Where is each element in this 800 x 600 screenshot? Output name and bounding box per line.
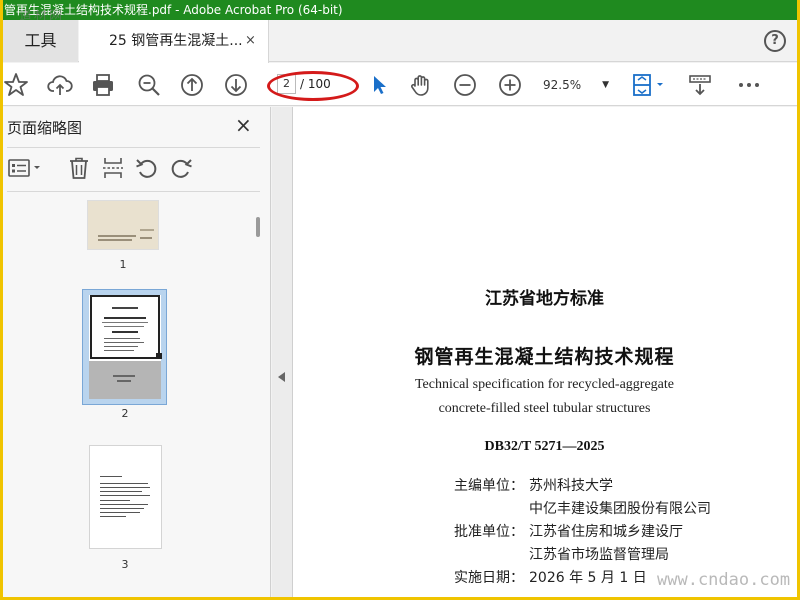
tab-tools[interactable]: 工具 bbox=[3, 20, 78, 62]
thumbnail-scrollbar[interactable] bbox=[256, 217, 260, 237]
doc-standard-code: DB32/T 5271—2025 bbox=[484, 439, 605, 454]
zoom-select[interactable]: 92.5% ▼ bbox=[543, 74, 613, 96]
chevron-left-icon[interactable] bbox=[278, 372, 285, 382]
thumbnail-page-3[interactable] bbox=[89, 445, 162, 549]
close-panel-icon[interactable]: × bbox=[235, 115, 252, 135]
panel-collapse-strip[interactable] bbox=[272, 107, 292, 597]
approver-unit-1: 江苏省住房和城乡建设厅 bbox=[529, 524, 683, 540]
watermark-url: www.cndao.com bbox=[657, 570, 791, 590]
plus-circle-icon[interactable] bbox=[497, 72, 523, 98]
arrow-down-circle-icon[interactable] bbox=[223, 72, 249, 98]
date-label: 实施日期： bbox=[454, 570, 524, 586]
scroll-mode-icon[interactable] bbox=[687, 72, 713, 98]
divider bbox=[7, 191, 260, 192]
document-view[interactable]: 江苏省地方标准 钢管再生混凝土结构技术规程 Technical specific… bbox=[292, 107, 797, 597]
doc-heading: 江苏省地方标准 bbox=[485, 289, 604, 309]
annotation-circle bbox=[267, 71, 359, 101]
title-bar: 管再生混凝土结构技术规程.pdf - Adobe Acrobat Pro (64… bbox=[3, 0, 797, 20]
more-icon[interactable] bbox=[736, 72, 762, 98]
doc-title-en-line1: Technical specification for recycled-agg… bbox=[414, 377, 675, 392]
rotate-left-icon[interactable] bbox=[134, 155, 160, 183]
insert-page-icon[interactable] bbox=[100, 155, 126, 183]
rotate-right-icon[interactable] bbox=[168, 155, 194, 183]
options-menu-icon[interactable] bbox=[7, 155, 47, 183]
doc-title-en-line2: concrete-filled steel tubular structures bbox=[438, 401, 651, 416]
thumbnail-label: 1 bbox=[119, 258, 127, 271]
zoom-out-magnifier-icon[interactable] bbox=[136, 72, 162, 98]
panel-title: 页面缩略图 bbox=[7, 119, 83, 137]
close-tab-icon[interactable]: × bbox=[245, 33, 256, 49]
page-fit-icon[interactable] bbox=[630, 72, 668, 98]
doc-title-cn: 钢管再生混凝土结构技术规程 bbox=[414, 346, 675, 368]
main-toolbar: 2 / 100 92.5% ▼ bbox=[3, 63, 797, 106]
arrow-up-circle-icon[interactable] bbox=[179, 72, 205, 98]
tab-bar: 工具 25 钢管再生混凝土... × ? bbox=[3, 20, 797, 63]
thumbnail-page-2-selected[interactable] bbox=[82, 289, 167, 405]
tab-document-label: 25 钢管再生混凝土... bbox=[109, 33, 243, 49]
zoom-value: 92.5% bbox=[543, 78, 582, 92]
tab-document[interactable]: 25 钢管再生混凝土... bbox=[79, 20, 269, 63]
divider bbox=[7, 147, 260, 148]
app-window: 管再生混凝土结构技术规程.pdf - Adobe Acrobat Pro (64… bbox=[3, 0, 797, 597]
thumbnail-label: 3 bbox=[121, 558, 129, 571]
implementation-date: 2026 年 5 月 1 日 bbox=[529, 570, 647, 586]
hand-icon[interactable] bbox=[408, 72, 434, 98]
editor-unit-1: 苏州科技大学 bbox=[529, 478, 613, 494]
thumbnail-list: 1 2 3 bbox=[3, 193, 253, 597]
cursor-icon[interactable] bbox=[366, 72, 392, 98]
printer-icon[interactable] bbox=[90, 72, 116, 98]
cloud-upload-icon[interactable] bbox=[47, 72, 73, 98]
chevron-down-icon: ▼ bbox=[602, 80, 609, 90]
editor-unit-2: 中亿丰建设集团股份有限公司 bbox=[529, 501, 711, 517]
thumbnail-label: 2 bbox=[121, 407, 129, 420]
editor-label: 主编单位： bbox=[454, 478, 524, 494]
trash-icon[interactable] bbox=[66, 155, 92, 183]
thumbnail-page-1[interactable] bbox=[87, 200, 159, 250]
star-icon[interactable] bbox=[3, 72, 29, 98]
approver-unit-2: 江苏省市场监督管理局 bbox=[529, 547, 669, 563]
page-thumbnails-panel: 页面缩略图 × 1 2 3 bbox=[3, 107, 271, 597]
panel-toolbar bbox=[3, 155, 263, 185]
approver-label: 批准单位： bbox=[454, 524, 524, 540]
minus-circle-icon[interactable] bbox=[452, 72, 478, 98]
help-icon[interactable]: ? bbox=[764, 30, 786, 52]
